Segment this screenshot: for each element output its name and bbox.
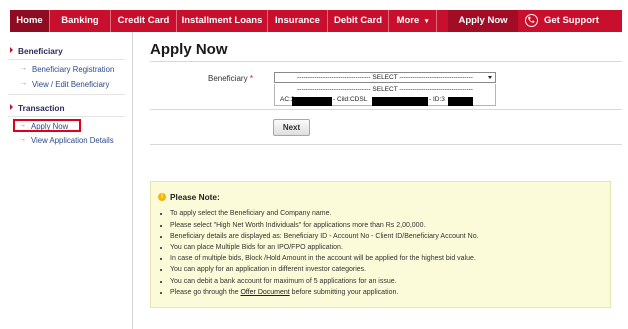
sidebar: Beneficiary → Beneficiary Registration →… <box>0 32 133 329</box>
redaction-bar <box>292 97 332 106</box>
nav-more-label: More <box>396 15 420 26</box>
note-title: Please Note: <box>170 192 220 202</box>
form-divider <box>150 144 622 145</box>
form-divider <box>150 109 622 110</box>
sidebar-item-label: View / Edit Beneficiary <box>32 80 110 89</box>
caret-right-icon <box>10 104 13 110</box>
nav-more[interactable]: More ▾ <box>389 10 437 32</box>
bullet <box>160 225 162 227</box>
beneficiary-label: Beneficiary * <box>208 74 253 83</box>
sidebar-item-label: View Application Details <box>31 136 114 145</box>
beneficiary-select[interactable]: ---------------------------------- SELEC… <box>274 72 496 83</box>
note-item-prefix: Please go through the <box>170 289 241 296</box>
bullet <box>160 258 162 260</box>
highlight-box <box>13 119 81 132</box>
sidebar-divider <box>8 116 125 117</box>
title-divider <box>150 61 622 62</box>
sidebar-section-label: Transaction <box>18 103 65 113</box>
sidebar-divider <box>8 94 125 95</box>
nav-credit-card[interactable]: Credit Card <box>111 10 177 32</box>
note-box: i Please Note: To apply select the Benef… <box>150 181 611 308</box>
apply-now-button[interactable]: Apply Now <box>448 10 518 32</box>
note-item-suffix: before submitting your application. <box>289 289 399 296</box>
note-item-text: In case of multiple bids, Block /Hold Am… <box>170 255 476 262</box>
chevron-down-icon <box>488 76 492 79</box>
note-item-text: Please select "High Net Worth Individual… <box>170 222 426 229</box>
page-title: Apply Now <box>150 41 228 58</box>
arrow-right-icon: → <box>20 65 27 72</box>
nav-home[interactable]: Home <box>10 10 50 32</box>
phone-icon <box>525 14 538 27</box>
offer-document-link[interactable]: Offer Document <box>240 289 289 296</box>
nav-debit-card[interactable]: Debit Card <box>328 10 389 32</box>
caret-right-icon <box>10 47 13 53</box>
next-button[interactable]: Next <box>273 119 310 136</box>
note-item-text: Please go through the Offer Document bef… <box>170 289 398 296</box>
arrow-right-icon: → <box>19 136 26 143</box>
nav-banking[interactable]: Banking <box>50 10 111 32</box>
bullet <box>160 292 162 294</box>
note-item-text: You can debit a bank account for maximum… <box>170 278 397 285</box>
dropdown-option-select[interactable]: ---------------------------------- SELEC… <box>277 86 493 93</box>
beneficiary-select-value: ---------------------------------- SELEC… <box>297 74 473 81</box>
get-support-label: Get Support <box>544 15 599 26</box>
info-icon: i <box>158 193 166 201</box>
sidebar-divider <box>8 59 125 60</box>
sidebar-item-label: Beneficiary Registration <box>32 65 115 74</box>
bullet <box>160 213 162 215</box>
dropdown-option-id[interactable]: - ID:3 <box>429 96 445 103</box>
top-navigation-bar: Home Banking Credit Card Installment Loa… <box>10 10 622 32</box>
bullet <box>160 269 162 271</box>
arrow-right-icon: → <box>20 80 27 87</box>
sidebar-section-label: Beneficiary <box>18 46 63 56</box>
bullet <box>160 247 162 249</box>
note-item-text: You can apply for an application in diff… <box>170 266 367 273</box>
nav-insurance[interactable]: Insurance <box>268 10 328 32</box>
get-support-button[interactable]: Get Support <box>518 10 608 32</box>
beneficiary-label-text: Beneficiary <box>208 74 248 83</box>
chevron-down-icon: ▾ <box>424 18 429 25</box>
note-item-text: Beneficiary details are displayed as: Be… <box>170 233 479 240</box>
required-marker: * <box>249 74 253 83</box>
nav-installment-loans[interactable]: Installment Loans <box>177 10 268 32</box>
bullet <box>160 281 162 283</box>
redaction-bar <box>372 97 428 106</box>
note-item-text: You can place Multiple Bids for an IPO/F… <box>170 244 343 251</box>
dropdown-option-client-id[interactable]: - Cild:CDSL <box>333 96 367 103</box>
redaction-bar <box>448 97 473 106</box>
bullet <box>160 236 162 238</box>
note-item-text: To apply select the Beneficiary and Comp… <box>170 210 332 217</box>
